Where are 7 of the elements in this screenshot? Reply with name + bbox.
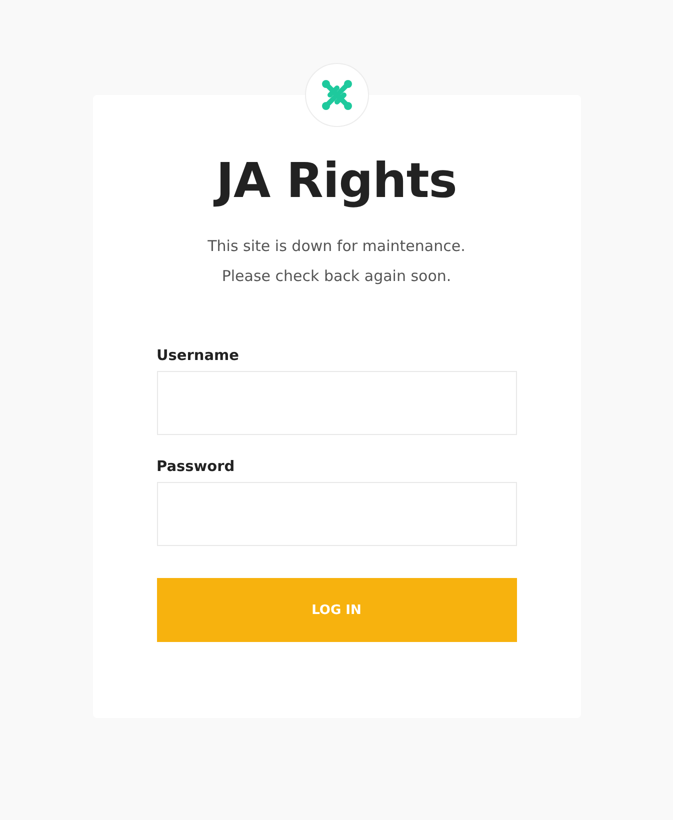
field-label: Password bbox=[156, 459, 236, 475]
maintenance-message: This site is down for maintenance. bbox=[206, 236, 466, 257]
login-button[interactable]: LOG IN bbox=[156, 578, 516, 642]
logo-icon bbox=[320, 79, 352, 111]
site-title: JA Rights bbox=[156, 153, 516, 209]
field-label: Username bbox=[156, 348, 240, 364]
maintenance-message: Please check back again soon. bbox=[220, 266, 452, 287]
